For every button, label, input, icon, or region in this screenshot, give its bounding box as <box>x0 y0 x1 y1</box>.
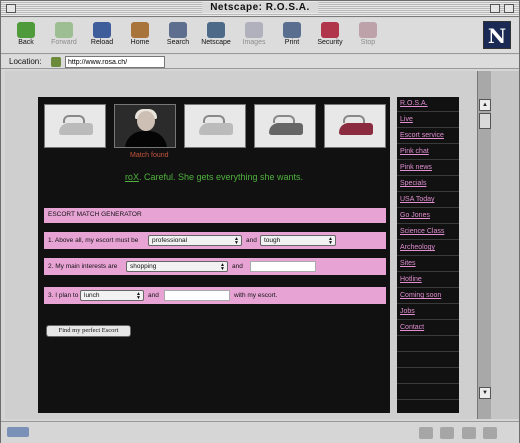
plan-input[interactable] <box>164 290 230 301</box>
nav-item-coming-soon[interactable]: Coming soon <box>397 289 459 304</box>
rox-link[interactable]: roX <box>125 172 139 182</box>
mail-icon[interactable] <box>440 427 455 439</box>
search-button[interactable]: Search <box>161 20 195 52</box>
escort-trait-select-1[interactable]: professional ▲ ▼ <box>148 235 242 246</box>
print-button[interactable]: Print <box>275 20 309 52</box>
window-frame-edge <box>491 71 519 419</box>
page-proxy-icon[interactable] <box>51 57 61 67</box>
nav-item-escort-service[interactable]: Escort service <box>397 129 459 144</box>
question-1-label: 1. Above all, my escort must be <box>48 237 139 244</box>
question-3-label: 3. I plan to <box>48 292 79 299</box>
interest-input[interactable] <box>250 261 316 272</box>
scroll-up-arrow-icon[interactable]: ▲ <box>479 99 491 111</box>
nav-item-sites[interactable]: Sites <box>397 257 459 272</box>
images-icon <box>245 22 263 38</box>
nav-empty-row <box>397 385 459 400</box>
match-caption: Match found <box>130 152 169 159</box>
match-photo[interactable] <box>114 104 176 148</box>
window-title: Netscape: R.O.S.A. <box>202 2 318 13</box>
interest-select[interactable]: shopping ▲ ▼ <box>126 261 228 272</box>
question-row-1: 1. Above all, my escort must be professi… <box>44 232 386 249</box>
question-row-2: 2. My main interests are shopping ▲ ▼ and <box>44 258 386 275</box>
nav-item-archeology[interactable]: Archeology <box>397 241 459 256</box>
question-row-3: 3. I plan to lunch ▲ ▼ and with my escort… <box>44 287 386 304</box>
select-arrows-icon: ▲ ▼ <box>234 236 239 246</box>
nav-item-jobs[interactable]: Jobs <box>397 305 459 320</box>
nav-item-science-class[interactable]: Science Class <box>397 225 459 240</box>
composer-icon[interactable] <box>461 427 476 439</box>
nav-item-pink-news[interactable]: Pink news <box>397 161 459 176</box>
netscape-logo[interactable]: N <box>483 21 511 49</box>
images-button[interactable]: Images <box>237 20 271 52</box>
content-viewport: Match found roX. Careful. She gets every… <box>5 71 477 419</box>
search-icon <box>169 22 187 38</box>
location-label: Location: <box>9 57 42 66</box>
collapse-box[interactable] <box>504 4 514 13</box>
stop-icon <box>359 22 377 38</box>
component-icons <box>419 426 509 440</box>
navigator-icon[interactable] <box>419 427 433 439</box>
nav-item-contact[interactable]: Contact <box>397 321 459 336</box>
image-strip <box>44 104 386 148</box>
home-icon <box>131 22 149 38</box>
page-content: Match found roX. Careful. She gets every… <box>38 97 390 413</box>
security-lock-icon <box>321 22 339 38</box>
iron-image[interactable] <box>254 104 316 148</box>
scroll-thumb[interactable] <box>479 113 491 129</box>
nav-item-hotline[interactable]: Hotline <box>397 273 459 288</box>
escort-trait-select-2[interactable]: tough ▲ ▼ <box>260 235 336 246</box>
iron-image[interactable] <box>44 104 106 148</box>
status-bar <box>1 421 519 443</box>
nav-item-usa-today[interactable]: USA Today <box>397 193 459 208</box>
netscape-button[interactable]: Netscape <box>199 20 233 52</box>
generator-header: ESCORT MATCH GENERATOR <box>44 208 386 223</box>
select-arrows-icon: ▲ ▼ <box>136 291 141 301</box>
forward-button[interactable]: Forward <box>47 20 81 52</box>
reload-button[interactable]: Reload <box>85 20 119 52</box>
iron-image[interactable] <box>184 104 246 148</box>
nav-empty-row <box>397 337 459 352</box>
forward-arrow-icon <box>55 22 73 38</box>
back-button[interactable]: Back <box>9 20 43 52</box>
chat-icon[interactable] <box>483 427 498 439</box>
zoom-box[interactable] <box>490 4 500 13</box>
nav-empty-row <box>397 369 459 384</box>
warning-text: . Careful. She gets everything she wants… <box>138 172 304 182</box>
plan-select[interactable]: lunch ▲ ▼ <box>80 290 144 301</box>
netscape-icon <box>207 22 225 38</box>
nav-item-live[interactable]: Live <box>397 113 459 128</box>
reload-icon <box>93 22 111 38</box>
vertical-scrollbar[interactable]: ▲ ▼ <box>477 71 491 419</box>
home-button[interactable]: Home <box>123 20 157 52</box>
title-bar[interactable]: Netscape: R.O.S.A. <box>1 1 519 17</box>
select-arrows-icon: ▲ ▼ <box>328 236 333 246</box>
print-icon <box>283 22 301 38</box>
warning-message: roX. Careful. She gets everything she wa… <box>38 172 390 182</box>
stop-button[interactable]: Stop <box>351 20 385 52</box>
nav-empty-row <box>397 353 459 368</box>
find-escort-button[interactable]: Find my perfect Escort <box>46 325 131 337</box>
nav-item-specials[interactable]: Specials <box>397 177 459 192</box>
navigation-toolbar: Back Forward Reload Home Search Netscape… <box>1 18 519 54</box>
nav-item-pink-chat[interactable]: Pink chat <box>397 145 459 160</box>
nav-item-rosa[interactable]: R.O.S.A. <box>397 97 459 112</box>
security-status-icon[interactable] <box>7 427 29 437</box>
url-field[interactable] <box>65 56 165 68</box>
question-2-label: 2. My main interests are <box>48 263 118 270</box>
security-button[interactable]: Security <box>313 20 347 52</box>
back-arrow-icon <box>17 22 35 38</box>
scroll-down-arrow-icon[interactable]: ▼ <box>479 387 491 399</box>
select-arrows-icon: ▲ ▼ <box>220 262 225 272</box>
nav-item-go-jones[interactable]: Go Jones <box>397 209 459 224</box>
close-box[interactable] <box>6 4 16 13</box>
browser-window: Netscape: R.O.S.A. Back Forward Reload H… <box>0 0 520 443</box>
site-navigation: R.O.S.A. Live Escort service Pink chat P… <box>397 97 459 413</box>
iron-image[interactable] <box>324 104 386 148</box>
location-bar: Location: <box>1 55 519 69</box>
